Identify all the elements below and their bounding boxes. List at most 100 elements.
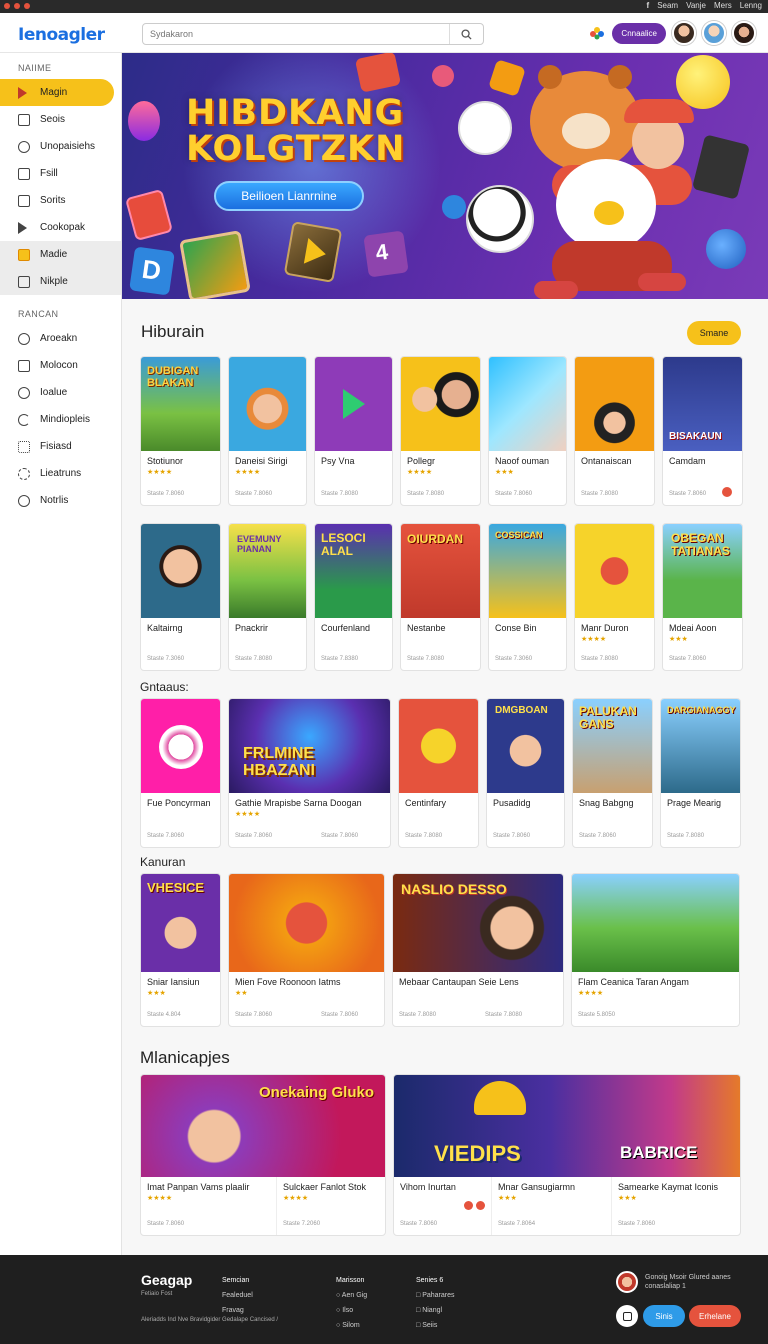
footer-link[interactable]: Niangl	[422, 1307, 442, 1314]
game-card[interactable]: Centinfary Staste 7.8080	[398, 698, 479, 848]
footer-icon-button[interactable]	[616, 1305, 638, 1327]
sidebar-item-unopaisiehs[interactable]: Unopaisiehs	[0, 133, 121, 160]
top-link[interactable]: Seam	[657, 1, 678, 10]
top-link[interactable]: Vanje	[686, 1, 706, 10]
facebook-icon[interactable]: f	[647, 1, 650, 10]
game-thumbnail: VHESICE	[141, 874, 220, 972]
section-title: Gntaaus:	[140, 680, 189, 694]
sidebar-item-lieatruns[interactable]: Lieatruns	[0, 460, 121, 487]
close-dot-icon[interactable]	[4, 3, 10, 9]
see-all-button[interactable]: Smane	[687, 321, 741, 345]
top-link[interactable]: Mers	[714, 1, 732, 10]
sidebar-item-aroeakn[interactable]: Aroeakn	[0, 325, 121, 352]
game-card[interactable]: VHESICE Sniar Iansiun ★★★ Staste 4.804	[140, 873, 221, 1027]
game-card[interactable]: Psy Vna Staste 7.8080	[314, 356, 393, 506]
sidebar-item-mindiopleis[interactable]: Mindiopleis	[0, 406, 121, 433]
game-card[interactable]: OBEGAN TATIANAS Mdeai Aoon ★★★ Staste 7.806…	[662, 523, 743, 671]
hero-title-line: KOLGTZKN	[186, 129, 406, 169]
game-meta: Staste 7.8060	[669, 656, 707, 662]
footer-link[interactable]: Seiis	[422, 1322, 437, 1329]
banner-item[interactable]: Mnar Gansugiarmn ★★★ Staste 7.8064	[492, 1177, 612, 1235]
sidebar-item-ioalue[interactable]: Ioalue	[0, 379, 121, 406]
rating-stars	[229, 633, 306, 643]
game-card[interactable]: Daneisi Sirigi ★★★★ Staste 7.8060	[228, 356, 307, 506]
game-thumbnail	[229, 357, 306, 451]
game-card[interactable]: Flam Ceanica Taran Angam ★★★★ Staste 5.805…	[571, 873, 740, 1027]
game-thumbnail	[141, 524, 220, 618]
game-card[interactable]: Fue Poncyrman Staste 7.8060	[140, 698, 221, 848]
footer-link[interactable]: Aen Gig	[342, 1292, 367, 1299]
top-link[interactable]: Lenng	[740, 1, 762, 10]
game-meta: Staste 4.804	[147, 1012, 181, 1018]
game-card[interactable]: BISAKAUN Camdam Staste 7.8060	[662, 356, 743, 506]
footer-primary-button[interactable]: Sinis	[643, 1305, 685, 1327]
footer-link[interactable]: Silom	[342, 1322, 360, 1329]
search-input[interactable]	[143, 24, 443, 44]
game-card[interactable]: DMGBOAN Pusadidg Staste 7.8060	[486, 698, 565, 848]
rating-stars: ★★★★	[235, 469, 261, 476]
hero-cta-button[interactable]: Beilioen Lianrnine	[214, 181, 364, 211]
rating-stars: ★★★	[495, 469, 514, 476]
game-logo-icon[interactable]	[588, 25, 606, 41]
footer-logo[interactable]: Geagap	[141, 1272, 192, 1288]
sidebar-item-notrlis[interactable]: Notrlis	[0, 487, 121, 514]
game-meta: Staste 7.8060	[495, 491, 533, 497]
sidebar-item-fisiasd[interactable]: Fisiasd	[0, 433, 121, 460]
site-logo[interactable]: Ienoagler	[18, 25, 105, 45]
game-thumbnail: VIEDIPS BABRICE	[394, 1075, 740, 1177]
rating-stars	[141, 633, 220, 643]
play-icon	[18, 221, 27, 234]
avatar[interactable]	[672, 21, 696, 45]
game-card[interactable]: COSSICAN Conse Bin Staste 7.3060	[488, 523, 567, 671]
maximize-dot-icon[interactable]	[24, 3, 30, 9]
sidebar-item-nikple[interactable]: Nikple	[0, 268, 121, 295]
search-button[interactable]	[449, 24, 483, 44]
banner-card[interactable]: VIEDIPS BABRICE Vihom Inurtan Staste 7.80…	[393, 1074, 741, 1236]
footer-link[interactable]: Fealeduel	[222, 1292, 253, 1299]
game-card[interactable]: Pollegr ★★★★ Staste 7.8080	[400, 356, 481, 506]
banner-item[interactable]: Sulckaer Fanlot Stok ★★★★ Staste 7.2060	[277, 1177, 385, 1235]
sidebar-item-sorits[interactable]: Sorits	[0, 187, 121, 214]
game-card[interactable]: FRLMINE HBAZANI Gathie Mrapisbe Sarna Doo…	[228, 698, 391, 848]
banner-item[interactable]: Samearke Kaymat Iconis ★★★ Staste 7.8060	[612, 1177, 740, 1235]
game-card[interactable]: OIURDAN Nestanbe Staste 7.8080	[400, 523, 481, 671]
game-title: Imat Panpan Vams plaalir	[147, 1182, 250, 1192]
ball-icon	[706, 229, 746, 269]
game-card[interactable]: NASLIO DESSO Mebaar Cantaupan Seie Lens St…	[392, 873, 564, 1027]
sidebar-item-magin[interactable]: Magin	[0, 79, 114, 106]
favorite-icon[interactable]	[722, 487, 732, 497]
header-cta-button[interactable]: Cnnaalice	[612, 22, 666, 44]
sidebar-item-molocon[interactable]: Molocon	[0, 352, 121, 379]
game-card[interactable]: LESOCI ALAL Courfenland Staste 7.8380	[314, 523, 393, 671]
footer-link[interactable]: Ilso	[342, 1307, 353, 1314]
game-card[interactable]: Mien Fove Roonoon Iatms ★★ Staste 7.8060 St…	[228, 873, 385, 1027]
thumbnail-text: BISAKAUN	[669, 431, 722, 442]
sidebar-item-cookopak[interactable]: Cookopak	[0, 214, 121, 241]
game-card[interactable]: DARGIANAGGY Prage Mearig Staste 7.8080	[660, 698, 741, 848]
sidebar-item-fsill[interactable]: Fsill	[0, 160, 121, 187]
footer-secondary-button[interactable]: Erhelane	[689, 1305, 741, 1327]
sidebar-item-seois[interactable]: Seois	[0, 106, 121, 133]
banner-item[interactable]: Vihom Inurtan Staste 7.8060	[394, 1177, 492, 1235]
minimize-dot-icon[interactable]	[14, 3, 20, 9]
game-card[interactable]: Naoof ouman ★★★ Staste 7.8060	[488, 356, 567, 506]
game-card[interactable]: Manr Duron ★★★★ Staste 7.8080	[574, 523, 655, 671]
header-actions: Cnnaalice	[588, 21, 756, 45]
sidebar-section-title: NAIIME	[18, 63, 52, 73]
footer-link[interactable]: Paharares	[422, 1292, 454, 1299]
sidebar-item-label: Unopaisiehs	[40, 141, 96, 152]
game-card[interactable]: DUBIGAN BLAKAN Stotiunor ★★★★ Staste 7.8060	[140, 356, 221, 506]
avatar[interactable]	[702, 21, 726, 45]
avatar[interactable]	[616, 1271, 638, 1293]
banner-card[interactable]: Onekaing Gluko Imat Panpan Vams plaalir ★…	[140, 1074, 386, 1236]
sidebar-item-madie[interactable]: Madie	[0, 241, 121, 268]
game-card[interactable]: EVEMUNY PIANAN Pnackrir Staste 7.8080	[228, 523, 307, 671]
game-card[interactable]: Kaltairng Staste 7.3060	[140, 523, 221, 671]
game-card[interactable]: PALUKAN GANS Snag Babgng Staste 7.8060	[572, 698, 653, 848]
footer-link[interactable]: Fravag	[222, 1307, 244, 1314]
footer-column: Senies 6 □ Paharares □ Niangl □ Seiis	[416, 1277, 455, 1329]
hero-banner[interactable]: HIBDKANG KOLGTZKN Beilioen Lianrnine D 4	[122, 53, 768, 299]
game-card[interactable]: Ontanaiscan Staste 7.8080	[574, 356, 655, 506]
avatar[interactable]	[732, 21, 756, 45]
banner-item[interactable]: Imat Panpan Vams plaalir ★★★★ Staste 7.806…	[141, 1177, 277, 1235]
